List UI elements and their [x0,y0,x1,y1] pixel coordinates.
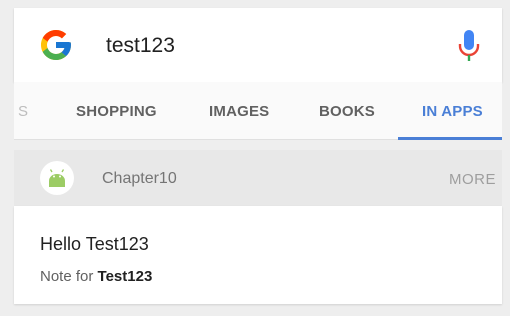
android-icon [49,169,65,187]
microphone-icon[interactable] [456,28,482,64]
tab-books[interactable]: BOOKS [319,103,375,120]
result-subtitle-bold: Test123 [97,268,153,285]
google-g-icon [41,30,71,60]
result-subtitle: Note for Test123 [40,268,152,285]
search-bar[interactable]: test123 [14,8,502,82]
result-card[interactable]: Hello Test123 Note for Test123 [14,206,502,304]
search-tabs: S SHOPPING IMAGES BOOKS IN APPS [14,82,502,140]
tab-shopping[interactable]: SHOPPING [76,103,157,120]
more-button[interactable]: MORE [449,171,496,188]
active-tab-indicator [398,137,502,140]
tab-images[interactable]: IMAGES [209,103,269,120]
result-subtitle-prefix: Note for [40,268,98,285]
tab-in-apps[interactable]: IN APPS [422,103,483,120]
tab-partial[interactable]: S [18,103,28,120]
app-name: Chapter10 [102,170,177,187]
app-icon-container [40,161,74,195]
search-query-text[interactable]: test123 [106,34,175,58]
result-title: Hello Test123 [40,234,149,254]
app-result-header[interactable]: Chapter10 MORE [14,150,502,206]
